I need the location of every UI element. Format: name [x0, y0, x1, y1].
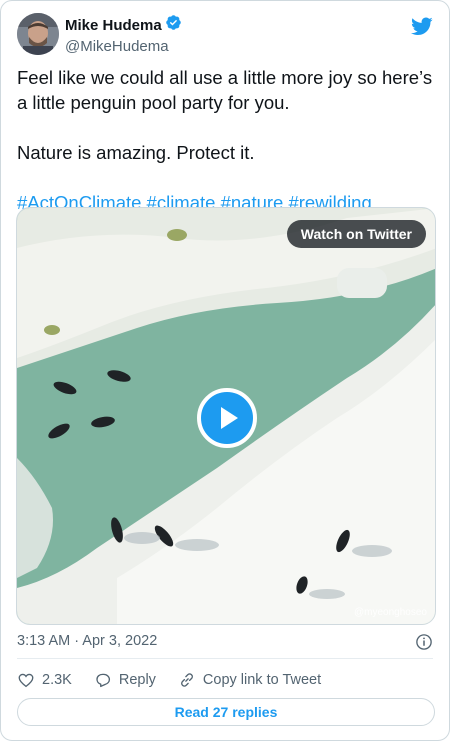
copy-link-button[interactable]: Copy link to Tweet	[178, 671, 321, 689]
video-thumbnail[interactable]: Watch on Twitter @myeonghoseo	[16, 207, 436, 625]
like-count: 2.3K	[42, 672, 72, 688]
read-replies-button[interactable]: Read 27 replies	[17, 698, 435, 726]
watch-on-twitter-button[interactable]: Watch on Twitter	[286, 220, 426, 248]
reply-icon	[96, 673, 110, 688]
tweet-paragraph-2: Nature is amazing. Protect it.	[17, 142, 255, 163]
reply-label: Reply	[118, 672, 156, 688]
verified-badge-icon	[165, 14, 182, 36]
reply-button[interactable]: Reply	[94, 671, 156, 689]
divider	[17, 658, 433, 659]
like-button[interactable]: 2.3K	[17, 671, 72, 689]
avatar[interactable]	[17, 13, 59, 55]
heart-icon	[18, 673, 34, 688]
play-button[interactable]	[197, 388, 257, 448]
play-icon	[221, 407, 238, 429]
author-block[interactable]: Mike Hudema @MikeHudema	[65, 14, 182, 55]
tweet-timestamp[interactable]: 3:13 AM · Apr 3, 2022	[17, 633, 157, 649]
info-icon[interactable]	[415, 633, 433, 651]
twitter-bird-icon[interactable]	[411, 15, 433, 37]
tweet-text: Feel like we could all use a little more…	[17, 65, 437, 215]
video-watermark: @myeonghoseo	[354, 607, 427, 618]
tweet-paragraph-1: Feel like we could all use a little more…	[17, 67, 433, 113]
tweet-card: Mike Hudema @MikeHudema Feel like we cou…	[0, 0, 450, 741]
link-icon	[180, 673, 193, 687]
tweet-meta: 3:13 AM · Apr 3, 2022	[17, 633, 433, 653]
author-handle[interactable]: @MikeHudema	[65, 38, 182, 55]
tweet-header: Mike Hudema @MikeHudema	[17, 13, 433, 57]
tweet-actions: 2.3K Reply Copy link to Tweet	[17, 670, 343, 690]
author-name[interactable]: Mike Hudema	[65, 17, 162, 34]
copy-link-label: Copy link to Tweet	[202, 672, 322, 688]
